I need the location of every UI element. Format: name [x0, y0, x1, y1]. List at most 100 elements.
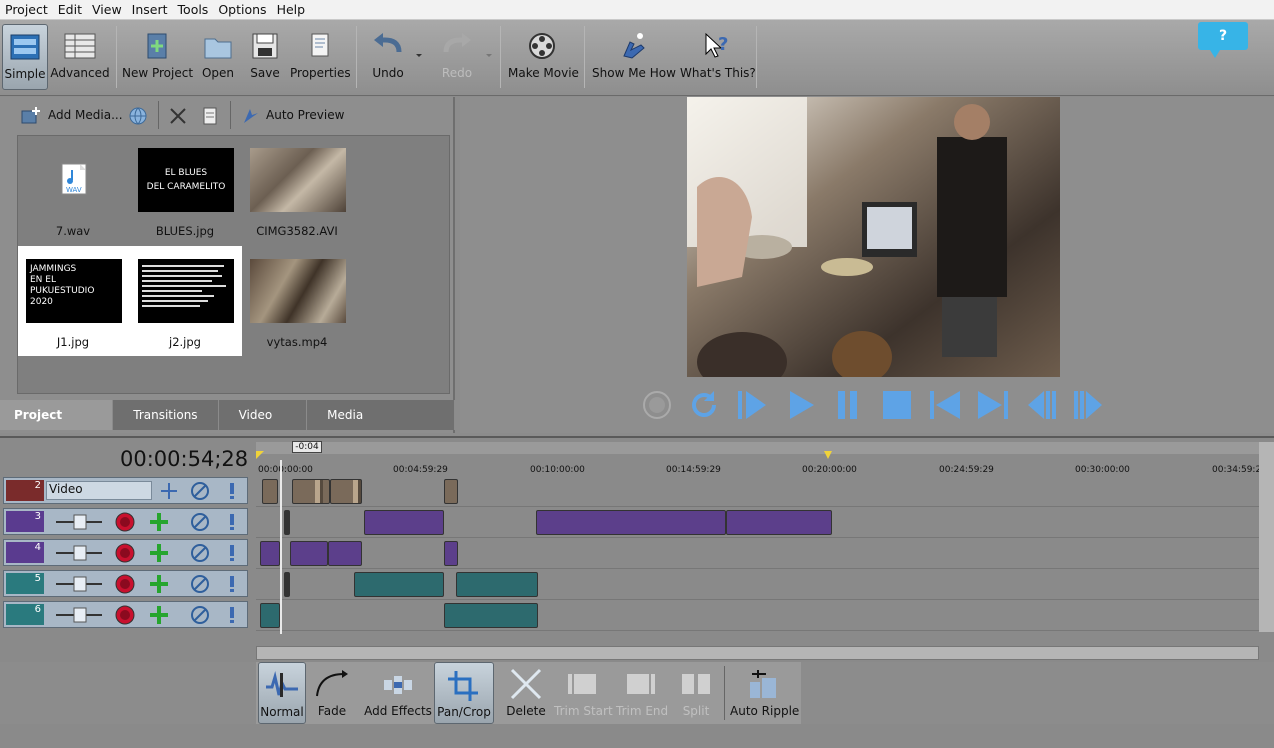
audio-clip[interactable] [290, 541, 328, 566]
record-arm-icon[interactable] [114, 542, 136, 564]
audio-clip[interactable] [444, 541, 458, 566]
audio-clip[interactable] [284, 572, 290, 597]
fx-plugin-icon[interactable] [147, 542, 171, 564]
mute-icon[interactable] [189, 604, 211, 626]
video-clip[interactable] [262, 479, 278, 504]
undo-dropdown[interactable] [412, 24, 426, 90]
solo-icon[interactable] [224, 512, 240, 532]
audio-clip[interactable] [536, 510, 726, 535]
undo-button[interactable]: Undo [366, 24, 410, 90]
mute-icon[interactable] [189, 511, 211, 533]
simple-mode-button[interactable]: Simple [2, 24, 48, 90]
next-frame-icon[interactable] [1070, 387, 1108, 423]
pause-icon[interactable] [830, 387, 868, 423]
menu-edit[interactable]: Edit [53, 0, 87, 19]
audio-track-lane[interactable] [256, 601, 1259, 631]
advanced-mode-button[interactable]: Advanced [50, 24, 110, 90]
fade-tool-button[interactable]: Fade [310, 662, 354, 724]
menu-insert[interactable]: Insert [127, 0, 173, 19]
mute-icon[interactable] [189, 542, 211, 564]
tab-transitions[interactable]: Transitions [113, 400, 219, 430]
composite-mode-icon[interactable] [158, 481, 180, 501]
make-movie-button[interactable]: Make Movie [508, 24, 579, 90]
audio-clip[interactable] [456, 572, 538, 597]
menu-options[interactable]: Options [213, 0, 271, 19]
tab-media-generators[interactable]: Media Generators [307, 400, 455, 452]
audio-clip[interactable] [284, 510, 290, 535]
audio-clip[interactable] [328, 541, 362, 566]
track-header-audio[interactable]: 4 [3, 539, 248, 566]
audio-clip[interactable] [354, 572, 444, 597]
media-item[interactable]: CIMG3582.AVI [242, 138, 352, 248]
globe-icon[interactable] [128, 106, 148, 126]
volume-slider[interactable] [54, 545, 104, 561]
open-button[interactable]: Open [198, 24, 238, 90]
save-button[interactable]: Save [246, 24, 284, 90]
go-to-end-icon[interactable] [974, 387, 1012, 423]
video-clip[interactable] [330, 479, 362, 504]
add-effects-button[interactable]: Add Effects [364, 662, 432, 724]
tab-video-fx[interactable]: Video FX [219, 400, 308, 452]
pan-crop-button[interactable]: Pan/Crop [434, 662, 494, 724]
play-from-start-icon[interactable] [734, 387, 772, 423]
audio-track-lane[interactable] [256, 508, 1259, 538]
play-icon[interactable] [782, 387, 820, 423]
redo-dropdown[interactable] [482, 24, 496, 90]
audio-clip[interactable] [726, 510, 832, 535]
auto-preview-button[interactable]: Auto Preview [240, 105, 344, 125]
trim-end-button[interactable]: Trim End [616, 662, 668, 724]
audio-track-lane[interactable] [256, 539, 1259, 569]
redo-button[interactable]: Redo [434, 24, 480, 90]
volume-slider[interactable] [54, 576, 104, 592]
whats-this-button[interactable]: ? What's This? [680, 24, 756, 90]
delete-button[interactable]: Delete [506, 662, 546, 724]
solo-icon[interactable] [224, 543, 240, 563]
track-header-audio[interactable]: 6 [3, 601, 248, 628]
solo-icon[interactable] [224, 481, 240, 501]
previous-frame-icon[interactable] [1022, 387, 1060, 423]
media-item[interactable]: j2.jpg [130, 249, 240, 359]
media-item[interactable]: EL BLUES DEL CARAMELITO BLUES.jpg [130, 138, 240, 248]
fx-plugin-icon[interactable] [147, 604, 171, 626]
menu-tools[interactable]: Tools [173, 0, 214, 19]
properties-button[interactable]: Properties [290, 24, 351, 90]
menu-help[interactable]: Help [272, 0, 311, 19]
video-clip[interactable] [292, 479, 330, 504]
video-track-lane[interactable] [256, 477, 1259, 507]
track-header-audio[interactable]: 5 [3, 570, 248, 597]
audio-track-lane[interactable] [256, 570, 1259, 600]
vertical-scrollbar[interactable] [1259, 442, 1274, 632]
video-clip[interactable] [444, 479, 458, 504]
fx-plugin-icon[interactable] [147, 573, 171, 595]
volume-slider[interactable] [54, 514, 104, 530]
record-arm-icon[interactable] [114, 511, 136, 533]
solo-icon[interactable] [224, 574, 240, 594]
mute-icon[interactable] [189, 481, 211, 501]
track-header-audio[interactable]: 3 [3, 508, 248, 535]
record-arm-icon[interactable] [114, 604, 136, 626]
close-icon[interactable] [168, 106, 188, 126]
stop-icon[interactable] [878, 387, 916, 423]
media-item[interactable]: JAMMINGS EN EL PUKUESTUDIO 2020 J1.jpg [18, 249, 128, 359]
trim-start-button[interactable]: Trim Start [554, 662, 613, 724]
solo-icon[interactable] [224, 605, 240, 625]
menu-project[interactable]: Project [0, 0, 53, 19]
mute-icon[interactable] [189, 573, 211, 595]
fx-plugin-icon[interactable] [147, 511, 171, 533]
tab-project-media[interactable]: Project Media [0, 400, 114, 452]
media-item[interactable]: vytas.mp4 [242, 249, 352, 359]
record-icon[interactable] [640, 387, 678, 423]
horizontal-scrollbar[interactable] [256, 646, 1259, 660]
audio-clip[interactable] [364, 510, 444, 535]
media-properties-icon[interactable] [200, 106, 220, 126]
audio-clip[interactable] [260, 541, 280, 566]
audio-clip[interactable] [260, 603, 280, 628]
audio-clip[interactable] [444, 603, 538, 628]
new-project-button[interactable]: New Project [122, 24, 193, 90]
help-bubble-button[interactable]: ? [1198, 22, 1248, 58]
playhead[interactable] [280, 460, 282, 634]
track-name-field[interactable]: Video [46, 481, 152, 500]
volume-slider[interactable] [54, 607, 104, 623]
go-to-start-icon[interactable] [926, 387, 964, 423]
show-me-how-button[interactable]: Show Me How [592, 24, 676, 90]
